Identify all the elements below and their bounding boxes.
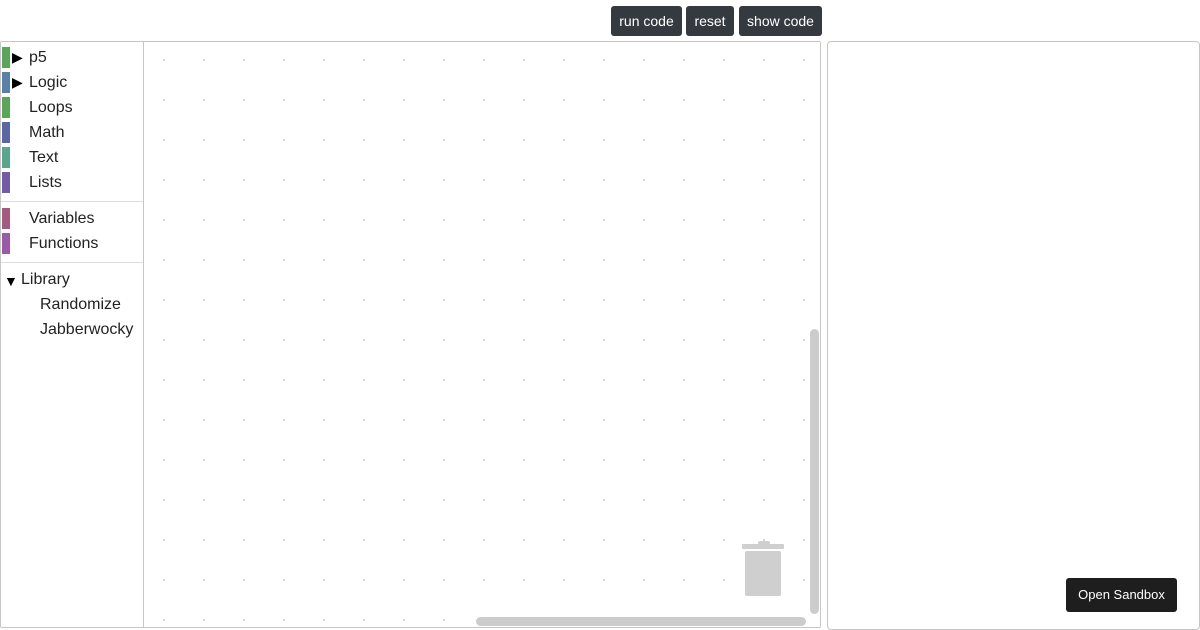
category-label: Functions bbox=[29, 235, 99, 252]
category-color-swatch bbox=[2, 208, 10, 229]
category-label: Lists bbox=[29, 174, 62, 191]
show-code-button[interactable]: show code bbox=[739, 6, 822, 36]
toolbox-separator bbox=[1, 201, 143, 202]
library-item-jabberwocky[interactable]: Jabberwocky bbox=[40, 320, 133, 340]
toolbox-category-p5[interactable]: ▶ p5 bbox=[1, 45, 143, 70]
category-label: p5 bbox=[29, 49, 47, 66]
category-label: Math bbox=[29, 124, 65, 141]
category-label: Variables bbox=[29, 210, 95, 227]
library-item-randomize[interactable]: Randomize bbox=[40, 295, 121, 315]
category-color-swatch bbox=[2, 233, 10, 254]
trash-can-icon[interactable] bbox=[742, 540, 786, 600]
preview-panel: Open Sandbox bbox=[827, 41, 1200, 630]
toolbox-category-text[interactable]: Text bbox=[1, 145, 143, 170]
toolbox-category-functions[interactable]: Functions bbox=[1, 231, 143, 256]
reset-button[interactable]: reset bbox=[686, 6, 734, 36]
category-label: Logic bbox=[29, 74, 68, 91]
category-color-swatch bbox=[2, 147, 10, 168]
top-toolbar: run code reset show code bbox=[0, 0, 1200, 41]
toolbox-category-loops[interactable]: Loops bbox=[1, 95, 143, 120]
block-workspace[interactable] bbox=[144, 42, 820, 627]
vertical-scrollbar[interactable] bbox=[810, 329, 819, 614]
toolbox-category-variables[interactable]: Variables bbox=[1, 206, 143, 231]
category-color-swatch bbox=[2, 172, 10, 193]
toolbox-category-lists[interactable]: Lists bbox=[1, 170, 143, 195]
category-color-swatch bbox=[2, 47, 10, 68]
category-label: Text bbox=[29, 149, 59, 166]
horizontal-scrollbar[interactable] bbox=[476, 617, 806, 626]
collapse-arrow-icon[interactable]: ▼ bbox=[4, 272, 18, 290]
toolbox-separator bbox=[1, 262, 143, 263]
open-sandbox-button[interactable]: Open Sandbox bbox=[1066, 578, 1177, 612]
run-code-button[interactable]: run code bbox=[611, 6, 682, 36]
category-color-swatch bbox=[2, 72, 10, 93]
block-editor: ▶ p5 ▶ Logic Loops Math Text Lists Varia… bbox=[0, 41, 821, 628]
category-color-swatch bbox=[2, 97, 10, 118]
category-color-swatch bbox=[2, 122, 10, 143]
toolbox: ▶ p5 ▶ Logic Loops Math Text Lists Varia… bbox=[1, 42, 144, 627]
expand-arrow-icon[interactable]: ▶ bbox=[12, 48, 23, 66]
expand-arrow-icon[interactable]: ▶ bbox=[12, 73, 23, 91]
category-label: Loops bbox=[29, 99, 73, 116]
toolbox-category-library[interactable]: Library bbox=[21, 270, 70, 290]
toolbox-category-math[interactable]: Math bbox=[1, 120, 143, 145]
toolbox-category-logic[interactable]: ▶ Logic bbox=[1, 70, 143, 95]
